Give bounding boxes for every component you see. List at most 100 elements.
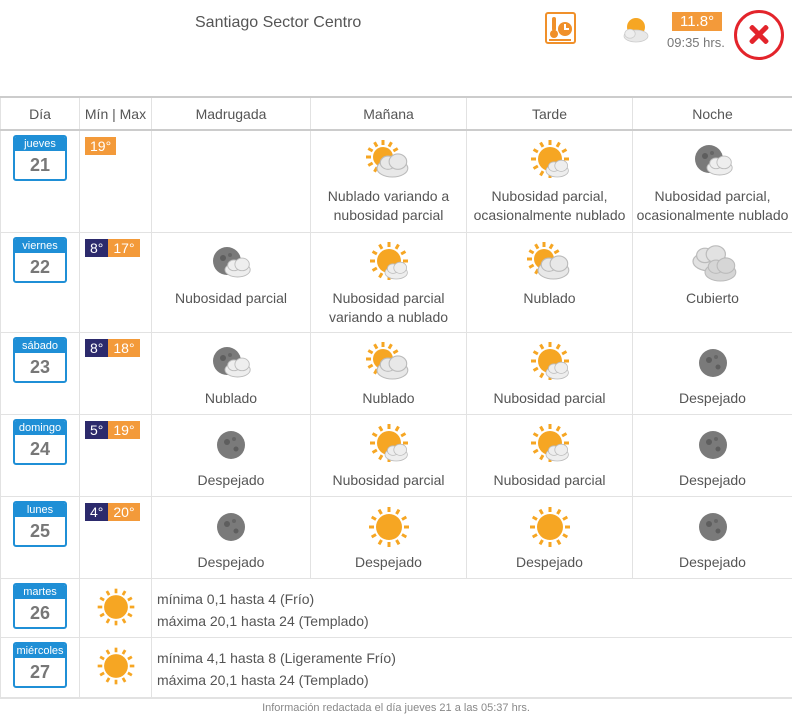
period-label: Nubosidad parcial xyxy=(174,289,288,306)
day-date: 24 xyxy=(29,438,51,459)
period-label: Nublado variando a nubosidad parcial xyxy=(327,188,450,223)
sun-icon xyxy=(97,588,134,625)
min-temp: 5° xyxy=(85,420,109,439)
sun-partial-icon xyxy=(369,423,408,462)
thermometer-clock-icon[interactable] xyxy=(545,12,576,44)
day-date: 22 xyxy=(29,256,51,277)
minmax-cell: 4° 20° xyxy=(79,495,152,579)
day-name: jueves xyxy=(15,137,65,151)
day-row: sábado 23 8° 18° Nublado Nublado Nubosidad p… xyxy=(0,331,792,415)
period-tarde: Nubosidad parcial xyxy=(466,331,633,415)
sun-partial-icon xyxy=(530,140,569,178)
min-range-text: mínima 4,1 hasta 8 (Ligeramente Frío) xyxy=(157,649,396,666)
col-tarde: Tarde xyxy=(466,96,633,131)
period-noche: Nubosidad parcial, ocasionalmente nublad… xyxy=(632,129,792,233)
extended-row: miércoles 27 mínima 4,1 hasta 8 (Ligeram… xyxy=(0,636,792,699)
period-tarde: Despejado xyxy=(466,495,633,579)
period-label: Nubosidad parcial xyxy=(493,471,606,488)
col-madrugada: Madrugada xyxy=(151,96,311,131)
extended-row: martes 26 mínima 0,1 hasta 4 (Frío) máxi… xyxy=(0,577,792,638)
period-madrugada: Nublado xyxy=(151,331,311,415)
period-noche: Despejado xyxy=(632,495,792,579)
minmax-cell: 8° 17° xyxy=(79,231,152,333)
period-label: Despejado xyxy=(516,553,583,570)
period-tarde: Nubosidad parcial xyxy=(466,413,633,497)
extended-note: mínima 4,1 hasta 8 (Ligeramente Frío) má… xyxy=(151,636,792,699)
day-name: miércoles xyxy=(15,643,65,658)
min-range-text: mínima 0,1 hasta 4 (Frío) xyxy=(157,590,315,607)
sun-icon xyxy=(368,506,409,547)
period-tarde: Nubosidad parcial, ocasionalmente nublad… xyxy=(466,129,633,233)
min-temp: 8° xyxy=(85,238,109,257)
sun-icon xyxy=(97,647,134,684)
col-manana: Mañana xyxy=(310,96,467,131)
day-name: martes xyxy=(15,584,65,599)
max-range-text: máxima 20,1 hasta 24 (Templado) xyxy=(157,612,369,629)
moon-cloud-icon xyxy=(213,246,251,277)
current-temperature: 11.8° xyxy=(672,12,723,31)
period-manana: Nubosidad parcial variando a nublado xyxy=(310,231,467,333)
sun-icon xyxy=(529,506,570,547)
day-name: lunes xyxy=(15,502,65,517)
period-manana: Nubosidad parcial xyxy=(310,413,467,497)
day-cell: lunes 25 xyxy=(0,495,80,579)
period-label: Despejado xyxy=(197,553,265,570)
day-cell: jueves 21 xyxy=(0,129,80,233)
clouds-icon xyxy=(691,244,736,282)
moon-icon xyxy=(698,348,727,377)
moon-cloud-icon xyxy=(213,346,251,377)
period-label: Nubosidad parcial xyxy=(332,471,445,488)
extended-icon-cell xyxy=(79,577,152,638)
day-row: jueves 21 19° Nublado variando a nubosida… xyxy=(0,129,792,233)
min-temp: 4° xyxy=(85,502,109,521)
close-button[interactable] xyxy=(734,10,784,60)
day-date: 26 xyxy=(29,602,51,623)
moon-icon xyxy=(698,512,727,541)
sun-cloud-icon xyxy=(526,241,569,280)
day-row: viernes 22 8° 17° Nubosidad parcial Nubosid… xyxy=(0,231,792,333)
day-date: 25 xyxy=(29,520,51,541)
minmax-cell: 19° xyxy=(79,129,152,233)
period-label: Nubosidad parcial variando a nublado xyxy=(328,289,449,325)
day-name: viernes xyxy=(15,238,65,253)
day-date: 23 xyxy=(29,356,51,377)
sun-cloud-icon xyxy=(365,341,408,380)
period-label: Cubierto xyxy=(686,289,739,306)
day-name: sábado xyxy=(15,338,65,353)
col-noche: Noche xyxy=(632,96,792,131)
sun-cloud-icon xyxy=(623,18,649,43)
sun-partial-icon xyxy=(530,341,569,380)
period-manana: Nublado variando a nubosidad parcial xyxy=(310,129,467,233)
period-noche: Cubierto xyxy=(632,231,792,333)
extended-icon-cell xyxy=(79,636,152,699)
period-label: Despejado xyxy=(355,553,422,570)
day-cell: miércoles 27 xyxy=(0,636,80,699)
period-noche: Despejado xyxy=(632,331,792,415)
current-time: 09:35 hrs. xyxy=(667,35,725,50)
period-label: Nubosidad parcial, ocasionalmente nublad… xyxy=(473,188,626,223)
period-madrugada: Despejado xyxy=(151,413,311,497)
day-cell: martes 26 xyxy=(0,577,80,638)
day-row: domingo 24 5° 19° Despejado Nubosidad parci… xyxy=(0,413,792,497)
minmax-cell: 5° 19° xyxy=(79,413,152,497)
moon-icon xyxy=(698,430,727,459)
extended-note: mínima 0,1 hasta 4 (Frío) máxima 20,1 ha… xyxy=(151,577,792,638)
period-label: Nublado xyxy=(523,289,576,306)
period-manana: Despejado xyxy=(310,495,467,579)
period-madrugada: Nubosidad parcial xyxy=(151,231,311,333)
period-label: Nubosidad parcial xyxy=(493,389,606,406)
min-temp: 8° xyxy=(85,338,109,357)
sun-partial-icon xyxy=(530,423,569,462)
day-name: domingo xyxy=(15,420,65,435)
period-label: Nublado xyxy=(204,389,258,406)
day-cell: domingo 24 xyxy=(0,413,80,497)
location-title: Santiago Sector Centro xyxy=(195,14,362,31)
period-noche: Despejado xyxy=(632,413,792,497)
max-temp: 19° xyxy=(108,420,140,439)
max-temp: 20° xyxy=(108,502,140,521)
forecast-table: Día Mín | Max Madrugada Mañana Tarde Noc… xyxy=(0,96,792,699)
sun-cloud-icon xyxy=(365,140,408,178)
period-manana: Nublado xyxy=(310,331,467,415)
header-row: Día Mín | Max Madrugada Mañana Tarde Noc… xyxy=(0,96,792,131)
max-temp: 18° xyxy=(108,338,140,357)
